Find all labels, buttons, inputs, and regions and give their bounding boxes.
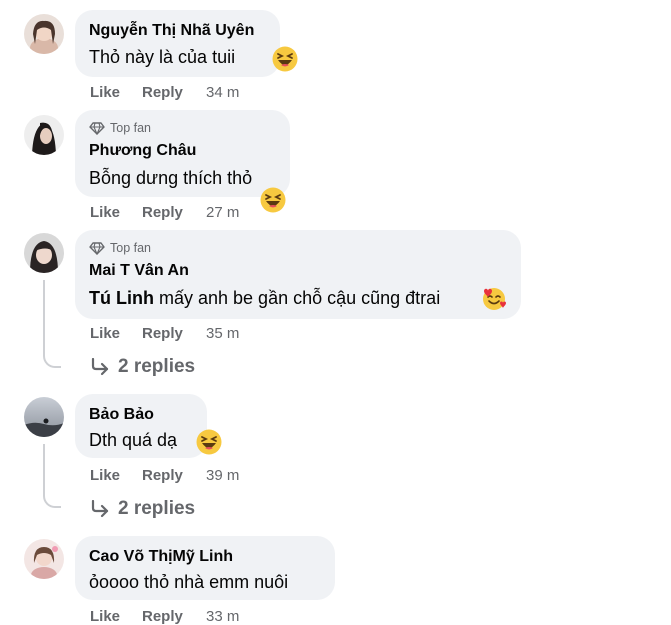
thread-line <box>43 490 61 508</box>
thread-line <box>43 280 45 352</box>
comment-text: Thỏ này là của tuii <box>89 47 236 67</box>
timestamp[interactable]: 34 m <box>206 84 239 101</box>
avatar[interactable] <box>24 397 64 437</box>
comment-actions: Like Reply 27 m <box>90 204 239 221</box>
laughing-emoji-icon <box>260 187 286 213</box>
view-replies-button[interactable]: 2 replies <box>90 498 195 520</box>
comment-author[interactable]: Nguyễn Thị Nhã Uyên <box>89 22 254 40</box>
comment-item: Cao Võ ThịMỹ Linh ỏoooo thỏ nhà emm nuôi… <box>0 536 671 625</box>
smiling-face-with-hearts-icon <box>483 288 506 310</box>
reply-arrow-icon <box>91 500 109 518</box>
like-button[interactable]: Like <box>90 204 142 221</box>
reply-button[interactable]: Reply <box>142 608 206 625</box>
like-button[interactable]: Like <box>90 467 142 484</box>
laughing-emoji-icon <box>196 429 222 455</box>
comment-item: Nguyễn Thị Nhã Uyên Thỏ này là của tuii … <box>0 0 671 110</box>
like-button[interactable]: Like <box>90 608 142 625</box>
comment-item: Bảo Bảo Dth quá dạ Like Reply 39 m 2 repli… <box>0 394 671 529</box>
diamond-icon <box>89 241 105 255</box>
laughing-emoji-icon <box>272 46 298 72</box>
like-button[interactable]: Like <box>90 84 142 101</box>
comment-bubble: Cao Võ ThịMỹ Linh ỏoooo thỏ nhà emm nuôi <box>75 536 335 600</box>
comment-text: Dth quá dạ <box>89 430 178 450</box>
top-fan-badge: Top fan <box>89 241 151 255</box>
avatar[interactable] <box>24 233 64 273</box>
comment-author[interactable]: Bảo Bảo <box>89 406 154 424</box>
comment-text: Tú Linh mấy anh be gần chỗ cậu cũng đtra… <box>89 288 440 309</box>
timestamp[interactable]: 33 m <box>206 608 239 625</box>
comment-bubble: Top fan Phương Châu Bỗng dưng thích thỏ <box>75 110 290 197</box>
top-fan-badge: Top fan <box>89 121 151 135</box>
comment-item: Top fan Phương Châu Bỗng dưng thích thỏ … <box>0 110 671 230</box>
reply-button[interactable]: Reply <box>142 204 206 221</box>
badge-label: Top fan <box>110 241 152 255</box>
comment-author[interactable]: Cao Võ ThịMỹ Linh <box>89 548 233 566</box>
diamond-icon <box>89 121 105 135</box>
comment-bubble: Nguyễn Thị Nhã Uyên Thỏ này là của tuii <box>75 10 280 77</box>
reply-button[interactable]: Reply <box>142 467 206 484</box>
reply-button[interactable]: Reply <box>142 325 206 342</box>
timestamp[interactable]: 27 m <box>206 204 239 221</box>
comment-author[interactable]: Mai T Vân An <box>89 262 189 280</box>
comment-text: Bỗng dưng thích thỏ <box>89 168 253 188</box>
thread-line <box>43 444 45 492</box>
comment-author[interactable]: Phương Châu <box>89 142 196 160</box>
timestamp[interactable]: 39 m <box>206 467 239 484</box>
badge-label: Top fan <box>110 121 152 135</box>
replies-count: 2 replies <box>118 498 196 519</box>
replies-count: 2 replies <box>118 356 196 377</box>
comment-actions: Like Reply 33 m <box>90 608 239 625</box>
comment-actions: Like Reply 39 m <box>90 467 239 484</box>
like-button[interactable]: Like <box>90 325 142 342</box>
thread-line <box>43 350 61 368</box>
mention-link[interactable]: Tú Linh <box>89 288 154 308</box>
avatar[interactable] <box>24 115 64 155</box>
comment-bubble: Bảo Bảo Dth quá dạ <box>75 394 207 458</box>
comment-item: Top fan Mai T Vân An Tú Linh mấy anh be … <box>0 230 671 385</box>
comment-text-body: mấy anh be gần chỗ cậu cũng đtrai <box>159 288 441 308</box>
view-replies-button[interactable]: 2 replies <box>90 356 195 378</box>
comment-actions: Like Reply 35 m <box>90 325 239 342</box>
avatar[interactable] <box>24 539 64 579</box>
comment-bubble: Top fan Mai T Vân An Tú Linh mấy anh be … <box>75 230 521 319</box>
comment-text: ỏoooo thỏ nhà emm nuôi <box>89 572 289 592</box>
comment-actions: Like Reply 34 m <box>90 84 239 101</box>
timestamp[interactable]: 35 m <box>206 325 239 342</box>
reply-button[interactable]: Reply <box>142 84 206 101</box>
avatar[interactable] <box>24 14 64 54</box>
reply-arrow-icon <box>91 358 109 376</box>
